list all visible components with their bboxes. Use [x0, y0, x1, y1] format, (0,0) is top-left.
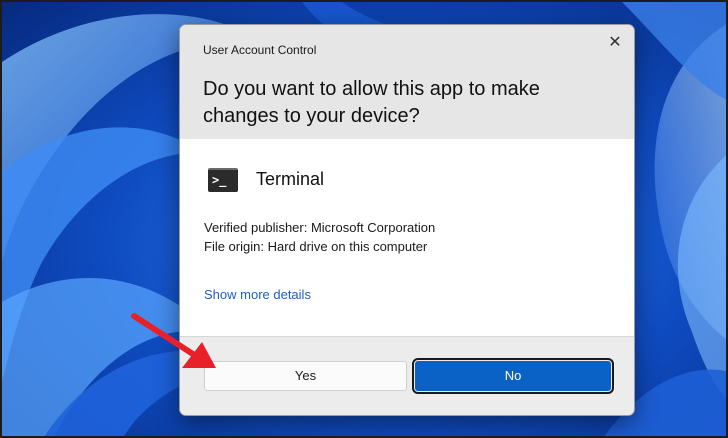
desktop-screen: User Account Control ✕ Do you want to al… — [0, 0, 728, 438]
dialog-title: User Account Control — [203, 43, 317, 57]
dialog-footer: Yes No — [180, 336, 634, 415]
yes-button[interactable]: Yes — [204, 361, 407, 391]
no-button[interactable]: No — [412, 358, 614, 394]
dialog-header: User Account Control ✕ Do you want to al… — [180, 25, 634, 139]
publisher-info: Verified publisher: Microsoft Corporatio… — [204, 220, 436, 235]
terminal-icon: >_ — [208, 168, 238, 192]
uac-dialog: User Account Control ✕ Do you want to al… — [179, 24, 635, 416]
annotation-arrow-icon — [131, 313, 216, 368]
terminal-prompt-glyph: >_ — [212, 173, 227, 187]
permission-question: Do you want to allow this app to make ch… — [203, 78, 540, 127]
file-origin-info: File origin: Hard drive on this computer — [204, 239, 428, 254]
show-more-details-link[interactable]: Show more details — [204, 287, 311, 302]
close-icon[interactable]: ✕ — [600, 28, 630, 58]
app-name: Terminal — [256, 169, 325, 189]
